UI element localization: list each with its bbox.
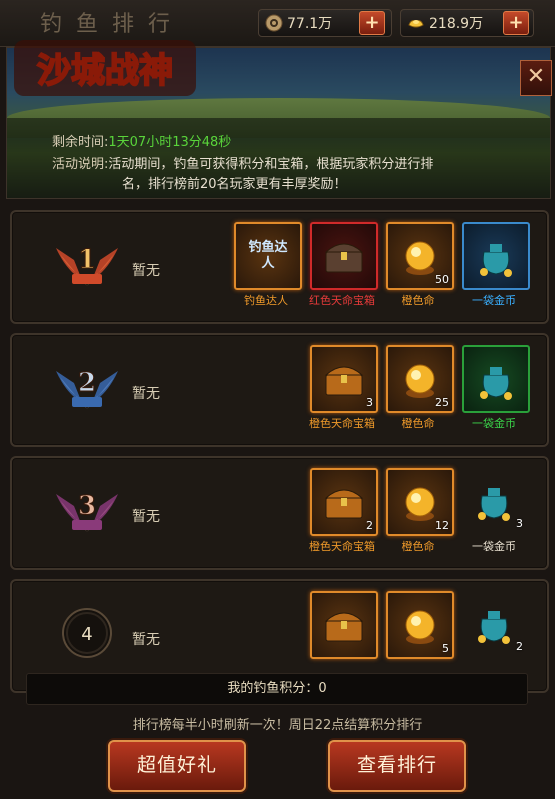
rank-badge-2: 2 xyxy=(56,368,118,409)
treasure-chest-icon xyxy=(324,366,364,396)
reward-count: 2 xyxy=(516,640,523,653)
rank-panel-2: 2 暂无 3 橙色天命宝箱 25 橙色命 一袋金币 xyxy=(10,333,549,447)
rank-player-name: 暂无 xyxy=(132,263,160,279)
gold-ingot-icon xyxy=(408,20,424,28)
rank-player-name: 暂无 xyxy=(132,509,160,525)
reward-label: 橙色命 xyxy=(401,540,435,553)
coin-bag-icon xyxy=(480,367,512,400)
fishing-master-title-icon: 钓鱼达人 xyxy=(248,240,288,271)
treasure-chest-icon xyxy=(324,612,364,642)
svg-text:3: 3 xyxy=(78,491,96,521)
coin-bag-icon xyxy=(478,488,510,521)
reward-item[interactable]: 3 xyxy=(310,345,378,413)
reward-item[interactable] xyxy=(462,222,530,290)
reward-count: 2 xyxy=(366,519,373,532)
reward-count: 3 xyxy=(366,396,373,409)
reward-item[interactable]: 5 xyxy=(386,591,454,659)
rank-panel-3: 3 暂无 2 橙色天命宝箱 12 橙色命 3 一袋金币 xyxy=(10,456,549,570)
remaining-value: 1天07小时13分48秒 xyxy=(108,135,232,150)
coin-bag-icon xyxy=(480,244,512,277)
desc-line-1: 活动期间，钓鱼可获得积分和宝箱，根据玩家积分进行排 xyxy=(108,157,434,172)
reward-label: 橙色命 xyxy=(401,417,435,430)
view-rank-button[interactable]: 查看排行 xyxy=(328,740,466,792)
copper-coin-icon xyxy=(265,14,283,32)
treasure-chest-icon xyxy=(324,243,364,273)
rank-badge-4: 4 xyxy=(62,608,112,658)
reward-item[interactable]: 12 xyxy=(386,468,454,536)
reward-item[interactable] xyxy=(310,222,378,290)
close-icon: ✕ xyxy=(526,64,546,89)
reward-label: 一袋金币 xyxy=(472,294,516,307)
reward-count: 12 xyxy=(435,519,449,532)
svg-text:1: 1 xyxy=(78,245,96,275)
desc-label: 活动说明: xyxy=(52,157,109,172)
reward-label: 橙色天命宝箱 xyxy=(309,417,375,430)
remaining-time: 剩余时间:1天07小时13分48秒 xyxy=(52,131,231,150)
reward-label: 红色天命宝箱 xyxy=(309,294,375,307)
reward-item[interactable]: 50 xyxy=(386,222,454,290)
svg-text:4: 4 xyxy=(81,624,92,645)
reward-item[interactable] xyxy=(462,345,530,413)
reward-item[interactable]: 25 xyxy=(386,345,454,413)
reward-item[interactable]: 钓鱼达人 xyxy=(234,222,302,290)
reward-count: 50 xyxy=(435,273,449,286)
rank-panel-1: 1 暂无 钓鱼达人 钓鱼达人 红色天命宝箱 50 橙色命 一袋金币 xyxy=(10,210,549,324)
reward-item[interactable]: 3 xyxy=(462,468,526,532)
reward-label: 一袋金币 xyxy=(472,540,516,553)
copper-value: 77.1万 xyxy=(287,16,333,32)
reward-item[interactable]: 2 xyxy=(310,468,378,536)
orange-orb-icon xyxy=(405,610,435,644)
reward-count: 3 xyxy=(516,517,523,530)
add-copper-button[interactable]: + xyxy=(359,11,385,35)
reward-label: 一袋金币 xyxy=(472,417,516,430)
game-logo: 沙城战神 xyxy=(14,40,196,96)
reward-item[interactable]: 2 xyxy=(462,591,526,655)
reward-label: 橙色天命宝箱 xyxy=(309,540,375,553)
reward-count: 25 xyxy=(435,396,449,409)
coin-bag-icon xyxy=(478,611,510,644)
rank-badge-1: 1 xyxy=(56,245,118,286)
rank-badge-3: 3 xyxy=(56,491,118,532)
reward-item[interactable] xyxy=(310,591,378,659)
rank-player-name: 暂无 xyxy=(132,386,160,402)
gift-button[interactable]: 超值好礼 xyxy=(108,740,246,792)
logo-text: 沙城战神 xyxy=(37,51,173,91)
treasure-chest-icon xyxy=(324,489,364,519)
reward-label: 钓鱼达人 xyxy=(244,294,288,307)
gold-value: 218.9万 xyxy=(429,16,484,32)
desc-line-2: 名，排行榜前20名玩家更有丰厚奖励！ xyxy=(122,177,347,192)
close-button[interactable]: ✕ xyxy=(520,60,552,96)
add-gold-button[interactable]: + xyxy=(503,11,529,35)
reward-count: 5 xyxy=(442,642,449,655)
svg-text:2: 2 xyxy=(78,368,96,398)
remaining-label: 剩余时间: xyxy=(52,135,109,150)
my-score-bar: 我的钓鱼积分：0 xyxy=(26,673,528,705)
activity-description: 活动说明:活动期间，钓鱼可获得积分和宝箱，根据玩家积分进行排 名，排行榜前20名… xyxy=(52,155,532,195)
refresh-notice: 排行榜每半小时刷新一次！周日22点结算积分排行 xyxy=(132,718,423,733)
rank-player-name: 暂无 xyxy=(132,632,160,648)
reward-label: 橙色命 xyxy=(401,294,435,307)
